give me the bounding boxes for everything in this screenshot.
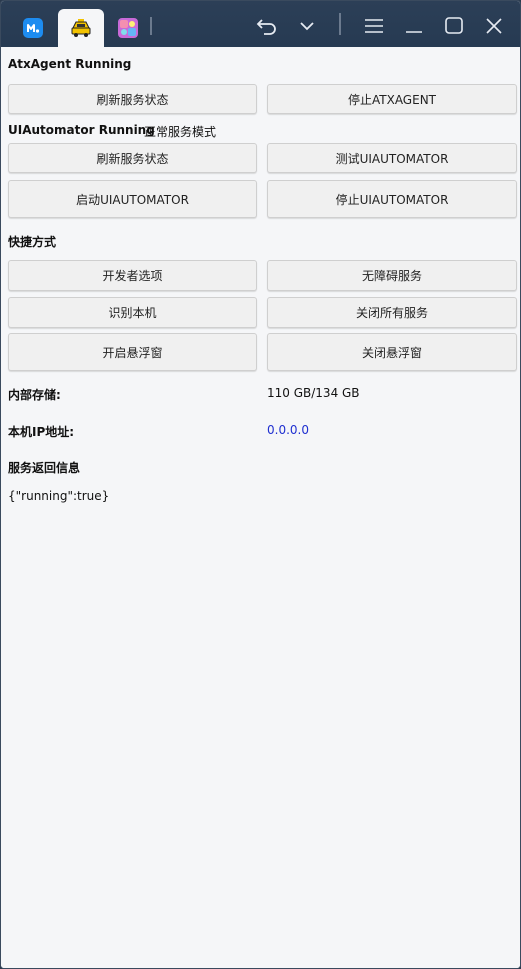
menu-button[interactable] <box>358 11 390 41</box>
response-text: {"running":true} <box>8 489 110 503</box>
atx-refresh-button[interactable]: 刷新服务状态 <box>8 84 257 114</box>
shortcuts-heading: 快捷方式 <box>8 235 57 249</box>
meituan-app-tab[interactable] <box>10 9 56 47</box>
close-all-services-button[interactable]: 关闭所有服务 <box>267 297 517 328</box>
close-float-window-button[interactable]: 关闭悬浮窗 <box>267 333 517 371</box>
uia-refresh-button[interactable]: 刷新服务状态 <box>8 143 257 173</box>
uia-mode-text: 正常服务模式 <box>144 125 217 139</box>
close-button[interactable] <box>478 11 510 41</box>
minimize-button[interactable] <box>398 11 430 41</box>
taxi-app-tab[interactable] <box>58 9 104 47</box>
minimize-icon <box>406 31 422 33</box>
maximize-button[interactable] <box>438 11 470 41</box>
uia-status-text: UIAutomator Running <box>8 123 155 137</box>
taxi-icon <box>71 19 91 37</box>
undo-icon <box>256 19 276 35</box>
ip-label: 本机IP地址: <box>8 425 75 439</box>
maximize-icon <box>445 17 463 34</box>
game-app-tab[interactable] <box>105 9 151 47</box>
main-content: AtxAgent Running 刷新服务状态 停止ATXAGENT UIAut… <box>1 47 520 968</box>
tab-separator <box>150 17 152 35</box>
response-heading: 服务返回信息 <box>8 461 81 475</box>
storage-label: 内部存储: <box>8 388 61 402</box>
test-uiautomator-button[interactable]: 测试UIAUTOMATOR <box>267 143 517 173</box>
atx-status-text: AtxAgent Running <box>8 57 132 71</box>
dropdown-button[interactable] <box>291 11 323 41</box>
chevron-down-icon <box>300 22 314 31</box>
storage-value: 110 GB/134 GB <box>267 386 360 400</box>
developer-options-button[interactable]: 开发者选项 <box>8 260 257 291</box>
start-uiautomator-button[interactable]: 启动UIAUTOMATOR <box>8 180 257 218</box>
toolbar-separator <box>339 13 341 35</box>
m-logo-icon <box>23 18 43 38</box>
menu-icon <box>365 19 383 33</box>
stop-uiautomator-button[interactable]: 停止UIAUTOMATOR <box>267 180 517 218</box>
ip-value: 0.0.0.0 <box>267 423 309 437</box>
close-icon <box>486 18 502 34</box>
stop-atxagent-button[interactable]: 停止ATXAGENT <box>267 84 517 114</box>
identify-device-button[interactable]: 识别本机 <box>8 297 257 328</box>
open-float-window-button[interactable]: 开启悬浮窗 <box>8 333 257 371</box>
colorful-game-icon <box>118 18 138 38</box>
app-window: AtxAgent Running 刷新服务状态 停止ATXAGENT UIAut… <box>0 0 521 969</box>
accessibility-button[interactable]: 无障碍服务 <box>267 260 517 291</box>
title-bar <box>1 1 520 47</box>
undo-button[interactable] <box>251 11 283 41</box>
